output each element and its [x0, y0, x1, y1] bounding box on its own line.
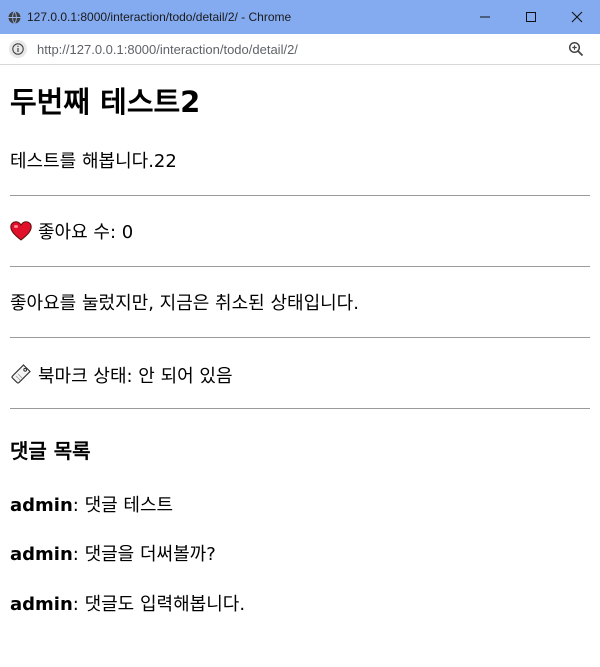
comment-author: admin [10, 594, 73, 615]
maximize-button[interactable] [508, 0, 554, 34]
site-info-icon[interactable] [9, 40, 27, 58]
comment-item: admin: 댓글도 입력해봅니다. [10, 593, 245, 617]
comment-author: admin [10, 495, 73, 516]
close-icon [571, 11, 583, 23]
zoom-icon[interactable] [568, 41, 584, 57]
window-title: 127.0.0.1:8000/interaction/todo/detail/2… [27, 10, 292, 24]
bookmark-status: 북마크 상태: 안 되어 있음 [10, 363, 233, 392]
divider [10, 337, 590, 338]
maximize-icon [526, 12, 536, 22]
url-field[interactable]: http://127.0.0.1:8000/interaction/todo/d… [37, 42, 298, 57]
comment-text: : 댓글을 더써볼까? [72, 544, 216, 565]
divider [10, 195, 590, 196]
heart-icon[interactable] [10, 221, 32, 248]
comment-item: admin: 댓글을 더써볼까? [10, 543, 216, 567]
todo-title: 두번째 테스트2 [10, 85, 201, 119]
comment-text: : 댓글 테스트 [72, 495, 174, 516]
todo-description: 테스트를 해봅니다.22 [10, 151, 177, 172]
divider [10, 408, 590, 409]
minimize-button[interactable] [462, 0, 508, 34]
browser-titlebar: 127.0.0.1:8000/interaction/todo/detail/2… [0, 0, 600, 34]
comment-author: admin [10, 544, 73, 565]
like-status: 좋아요를 눌렀지만, 지금은 취소된 상태입니다. [10, 293, 359, 314]
globe-icon [8, 10, 21, 24]
bookmark-tag-icon[interactable] [10, 363, 32, 392]
comment-item: admin: 댓글 테스트 [10, 494, 173, 518]
bookmark-status-label: 북마크 상태: 안 되어 있음 [38, 366, 233, 387]
minimize-icon [480, 16, 490, 18]
comments-heading: 댓글 목록 [10, 439, 91, 463]
divider [10, 266, 590, 267]
like-count-label: 좋아요 수: 0 [38, 222, 134, 243]
like-count: 좋아요 수: 0 [10, 221, 133, 248]
comment-text: : 댓글도 입력해봅니다. [72, 594, 246, 615]
address-bar: http://127.0.0.1:8000/interaction/todo/d… [0, 34, 600, 65]
close-button[interactable] [554, 0, 600, 34]
